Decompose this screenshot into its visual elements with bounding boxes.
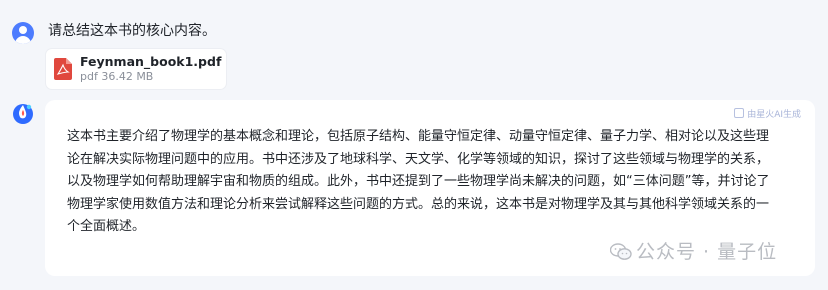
attachment-file-name: Feynman_book1.pdf bbox=[80, 54, 222, 69]
user-message: 请总结这本书的核心内容。 bbox=[48, 23, 216, 39]
assistant-answer-text: 这本书主要介绍了物理学的基本概念和理论，包括原子结构、能量守恒定律、动量守恒定律… bbox=[67, 126, 801, 239]
answer-line: 物理学家使用数值方法和理论分析来尝试解释这些问题的方式。总的来说，这本书是对物理… bbox=[67, 196, 770, 212]
ai-generated-badge: 由星火AI生成 bbox=[734, 108, 801, 121]
pdf-file-icon bbox=[54, 58, 72, 80]
user-avatar-icon bbox=[12, 22, 34, 44]
ai-badge-icon bbox=[734, 108, 745, 118]
watermark-text: 公众号 · 量子位 bbox=[636, 241, 778, 263]
attachment-file-meta: pdf 36.42 MB bbox=[80, 70, 154, 83]
ai-badge-label: 由星火AI生成 bbox=[747, 110, 801, 120]
watermark: 公众号 · 量子位 bbox=[610, 240, 777, 264]
answer-line: 论在解决实际物理问题中的应用。书中还涉及了地球科学、天文学、化学等领域的知识，探… bbox=[67, 151, 770, 167]
assistant-logo-icon bbox=[13, 104, 33, 124]
answer-line: 个全面概述。 bbox=[67, 219, 146, 234]
attachment-card[interactable]: Feynman_book1.pdf pdf 36.42 MB bbox=[46, 49, 226, 89]
answer-line: 这本书主要介绍了物理学的基本概念和理论，包括原子结构、能量守恒定律、动量守恒定律… bbox=[67, 129, 770, 144]
wechat-icon bbox=[610, 243, 632, 260]
answer-line: 以及物理学如何帮助理解宇宙和物质的组成。此外，书中还提到了一些物理学尚未解决的问… bbox=[67, 174, 770, 189]
